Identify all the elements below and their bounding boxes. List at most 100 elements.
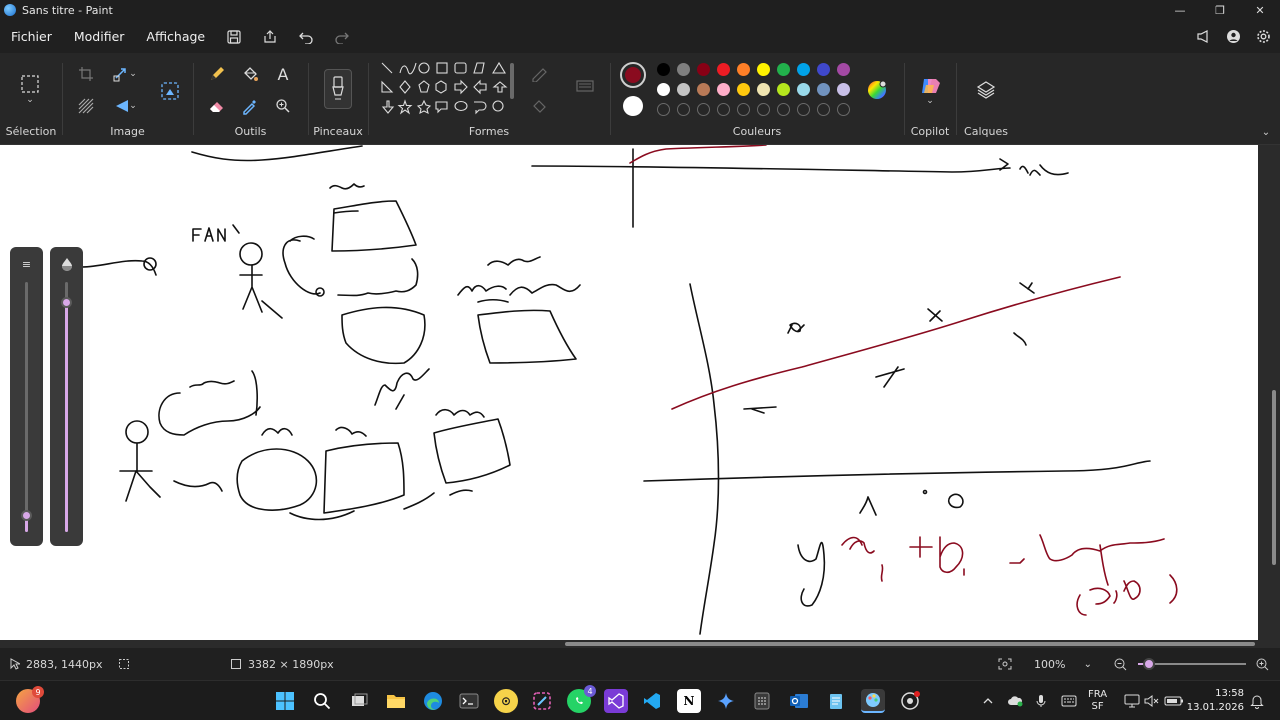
zoom-out-icon[interactable] (1114, 648, 1127, 680)
maximize-button[interactable]: ❐ (1200, 0, 1240, 20)
widgets-icon[interactable]: 9 (16, 686, 44, 713)
vertical-scrollbar-thumb[interactable] (1272, 390, 1276, 565)
shape-fill-icon[interactable] (572, 73, 598, 99)
account-icon[interactable] (1222, 26, 1244, 48)
language-indicator[interactable]: FRA SF (1088, 681, 1107, 720)
menu-view[interactable]: Affichage (135, 20, 216, 53)
color-swatch-row1-8[interactable] (817, 63, 830, 76)
edge-browser-icon[interactable] (421, 689, 445, 713)
color-swatch-row2-0[interactable] (657, 83, 670, 96)
fit-to-window-icon[interactable] (998, 648, 1012, 680)
color-swatch-row1-7[interactable] (797, 63, 810, 76)
color-swatch-custom-9[interactable] (837, 103, 850, 116)
color-swatch-row2-4[interactable] (737, 83, 750, 96)
shapes-scrollbar[interactable] (510, 63, 514, 99)
notepad-icon[interactable] (824, 689, 848, 713)
color-swatch-row1-5[interactable] (757, 63, 770, 76)
color-swatch-row2-1[interactable] (677, 83, 690, 96)
color-swatch-custom-5[interactable] (757, 103, 770, 116)
copilot-chevron-down-icon[interactable]: ⌄ (917, 95, 943, 107)
microphone-icon[interactable] (1036, 681, 1046, 720)
crop-icon[interactable] (73, 61, 99, 87)
outlook-icon[interactable] (787, 689, 811, 713)
terminal-icon[interactable] (457, 689, 481, 713)
menu-edit[interactable]: Modifier (63, 20, 136, 53)
visual-studio-icon[interactable] (604, 689, 628, 713)
speaker-muted-icon[interactable] (1144, 681, 1160, 720)
brush-size-knob[interactable] (21, 509, 32, 521)
snipping-tool-icon[interactable] (530, 689, 554, 713)
primary-color-swatch[interactable] (620, 62, 646, 88)
image-effects-icon[interactable] (73, 93, 99, 119)
shapes-gallery[interactable] (380, 61, 520, 119)
color-swatch-row1-4[interactable] (737, 63, 750, 76)
color-swatch-row1-1[interactable] (677, 63, 690, 76)
brush-icon[interactable] (324, 69, 352, 109)
color-swatch-custom-2[interactable] (697, 103, 710, 116)
feedback-icon[interactable] (1192, 26, 1214, 48)
secondary-color-swatch[interactable] (623, 96, 643, 116)
color-swatch-row2-3[interactable] (717, 83, 730, 96)
color-swatch-row2-5[interactable] (757, 83, 770, 96)
color-swatch-row2-2[interactable] (697, 83, 710, 96)
color-swatch-custom-3[interactable] (717, 103, 730, 116)
zoom-slider[interactable] (1138, 648, 1246, 680)
color-swatch-row1-9[interactable] (837, 63, 850, 76)
selection-chevron-down-icon[interactable]: ⌄ (17, 93, 43, 107)
horizontal-scrollbar-thumb[interactable] (565, 642, 1255, 646)
color-swatch-row2-7[interactable] (797, 83, 810, 96)
settings-gear-icon[interactable] (1252, 26, 1274, 48)
search-icon[interactable] (310, 689, 334, 713)
whatsapp-icon[interactable]: 4 (567, 685, 596, 713)
redo-icon[interactable] (324, 20, 360, 53)
color-swatch-row2-8[interactable] (817, 83, 830, 96)
color-swatch-row1-0[interactable] (657, 63, 670, 76)
zoom-in-icon[interactable] (1256, 648, 1269, 680)
color-swatch-custom-4[interactable] (737, 103, 750, 116)
color-swatch-custom-8[interactable] (817, 103, 830, 116)
task-view-icon[interactable] (347, 689, 371, 713)
network-icon[interactable] (1124, 681, 1140, 720)
text-tool-icon[interactable]: A (270, 61, 296, 87)
fill-style-icon[interactable] (528, 93, 554, 119)
color-swatch-custom-1[interactable] (677, 103, 690, 116)
start-windows-icon[interactable] (273, 689, 297, 713)
eraser-icon[interactable] (204, 93, 230, 119)
brush-size-track[interactable] (25, 282, 28, 532)
gemini-icon[interactable] (714, 689, 738, 713)
menu-file[interactable]: Fichier (0, 20, 63, 53)
drawing-canvas[interactable] (0, 145, 1258, 640)
color-swatch-custom-0[interactable] (657, 103, 670, 116)
tray-overflow-chevron-icon[interactable] (982, 681, 994, 720)
undo-icon[interactable] (288, 20, 324, 53)
edit-colors-icon[interactable] (864, 77, 890, 103)
zoom-slider-knob[interactable] (1142, 658, 1155, 670)
paint-taskbar-icon[interactable] (861, 689, 885, 713)
vertical-scrollbar[interactable] (1268, 145, 1280, 640)
color-swatch-row1-6[interactable] (777, 63, 790, 76)
opacity-knob[interactable] (61, 297, 72, 308)
share-icon[interactable] (252, 20, 288, 53)
color-swatch-row1-3[interactable] (717, 63, 730, 76)
horizontal-scrollbar[interactable] (0, 640, 1280, 648)
color-swatch-row1-2[interactable] (697, 63, 710, 76)
magnifier-icon[interactable] (270, 93, 296, 119)
rotate-chevron-down-icon[interactable]: ⌄ (126, 93, 140, 119)
onedrive-icon[interactable] (1008, 681, 1024, 720)
layers-icon[interactable] (973, 77, 999, 103)
resize-chevron-down-icon[interactable]: ⌄ (126, 61, 140, 87)
app-yellow-icon[interactable]: ⊙ (494, 689, 518, 713)
ribbon-collapse-chevron-icon[interactable]: ⌄ (1256, 123, 1276, 141)
color-picker-icon[interactable] (237, 93, 263, 119)
obs-icon[interactable] (898, 689, 922, 713)
notification-bell-icon[interactable] (1250, 681, 1264, 720)
notion-icon[interactable]: N (677, 689, 701, 713)
minimize-button[interactable]: — (1160, 0, 1200, 20)
color-swatch-custom-6[interactable] (777, 103, 790, 116)
vscode-icon[interactable] (640, 689, 664, 713)
file-explorer-icon[interactable] (384, 689, 408, 713)
close-button[interactable]: ✕ (1240, 0, 1280, 20)
pencil-icon[interactable] (204, 61, 230, 87)
color-swatch-row2-9[interactable] (837, 83, 850, 96)
keyboard-icon[interactable] (1061, 681, 1077, 720)
